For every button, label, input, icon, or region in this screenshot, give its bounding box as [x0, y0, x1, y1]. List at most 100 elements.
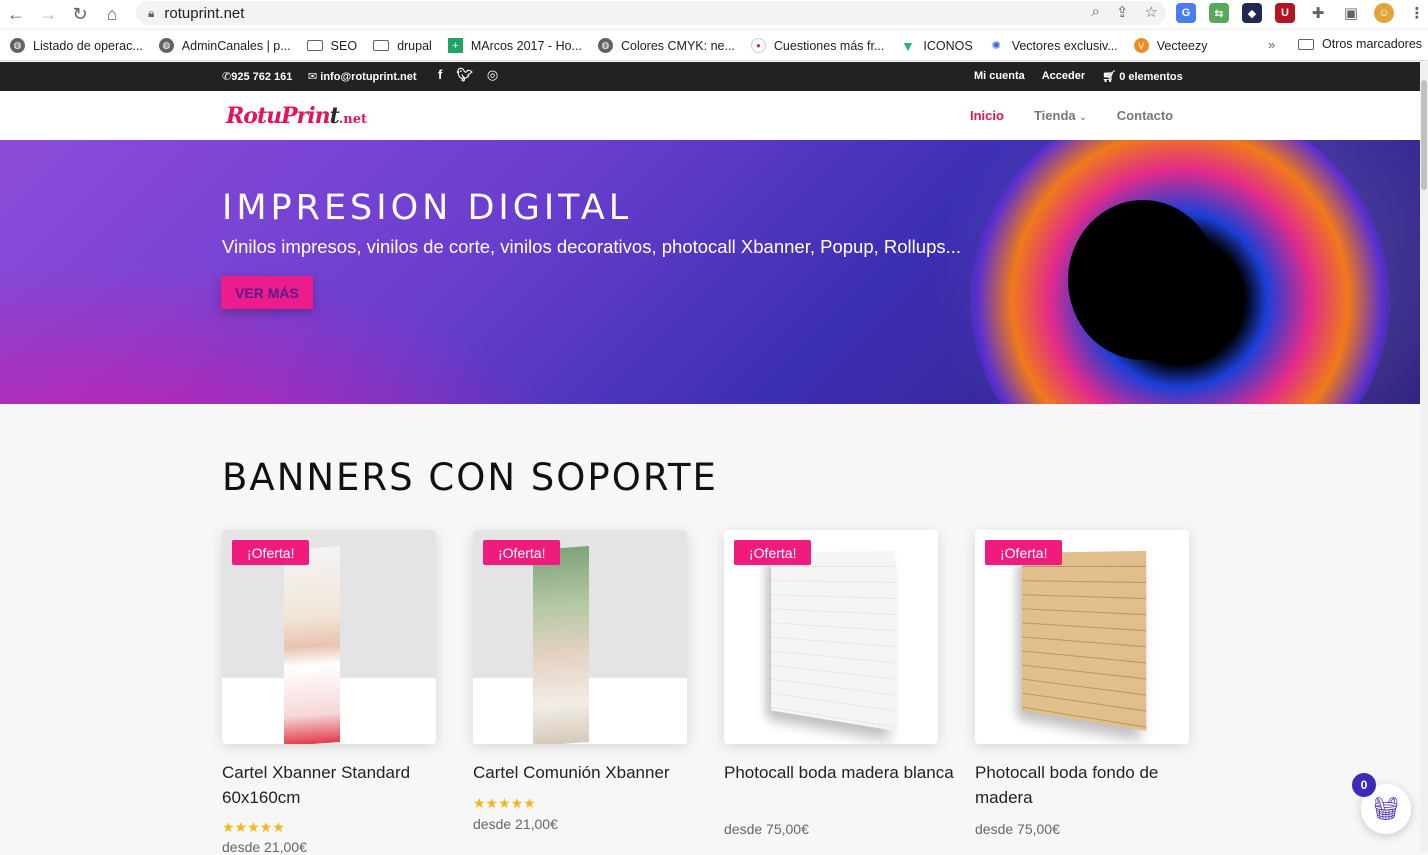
bookmark-item[interactable]: drupal — [373, 39, 432, 53]
bookmark-label: drupal — [397, 38, 432, 53]
home-icon[interactable]: ⌂ — [96, 0, 128, 28]
bookmark-item[interactable]: ◍ Listado de operac... — [10, 38, 143, 53]
share-icon[interactable]: ⇪ — [1116, 3, 1129, 21]
product-name[interactable]: Photocall boda fondo de madera — [975, 761, 1205, 810]
back-icon[interactable]: ← — [0, 0, 32, 28]
site-logo[interactable]: RotuPrint.net — [226, 103, 367, 129]
email-text: info@rotuprint.net — [320, 71, 417, 83]
product-price: desde 21,00€ — [222, 839, 307, 855]
nav-shop[interactable]: Tienda ⌄ — [1034, 108, 1087, 123]
address-bar[interactable]: 🔒︎ rotuprint.net ⌕ ⇪ ☆ — [136, 1, 1166, 25]
hero-cta-button[interactable]: VER MÁS — [221, 276, 313, 309]
bookmark-label: AdminCanales | p... — [181, 38, 291, 53]
cart-icon: 🛒︎ — [1102, 71, 1120, 83]
folder-icon — [373, 40, 390, 51]
sale-badge: ¡Oferta! — [734, 540, 812, 565]
hero-title: IMPRESION DIGITAL — [222, 188, 633, 228]
sidepanel-icon[interactable]: ▣ — [1341, 3, 1361, 23]
main-nav: Inicio Tienda ⌄ Contacto — [970, 108, 1173, 123]
logo-text: RotuPrin — [226, 103, 331, 129]
bookmark-item[interactable]: ✺ Vectores exclusiv... — [989, 38, 1118, 53]
social-links: f 🐦︎ ◎ — [438, 67, 498, 83]
other-bookmarks[interactable]: Otros marcadores — [1298, 37, 1422, 51]
product-card[interactable]: ¡Oferta! — [222, 530, 436, 744]
menu-icon[interactable]: ⋮ — [1407, 3, 1427, 23]
bookmark-label: ICONOS — [923, 38, 973, 53]
reload-icon[interactable]: ↻ — [64, 0, 96, 28]
url-text: rotuprint.net — [164, 4, 245, 22]
my-account-link[interactable]: Mi cuenta — [974, 70, 1025, 83]
instagram-icon[interactable]: ◎ — [487, 67, 498, 83]
logo-text-t: t — [329, 103, 340, 129]
login-link[interactable]: Acceder — [1042, 70, 1085, 83]
chevron-down-icon: ⌄ — [1079, 112, 1087, 122]
twitter-icon[interactable]: 🐦︎ — [456, 67, 473, 83]
rating-stars: ★★★★★ — [473, 795, 536, 811]
phone-link[interactable]: ✆925 762 161 — [222, 70, 292, 83]
bookmark-item[interactable]: V Vecteezy — [1133, 38, 1207, 53]
site-topbar: ✆925 762 161 ✉ info@rotuprint.net f 🐦︎ ◎… — [0, 62, 1420, 91]
extension-icon[interactable]: ◆ — [1242, 3, 1262, 23]
product-name[interactable]: Cartel Comunión Xbanner — [473, 761, 703, 786]
phone-icon: ✆ — [222, 71, 232, 83]
bookmark-label: Cuestiones más fr... — [773, 38, 885, 53]
sale-badge: ¡Oferta! — [985, 540, 1063, 565]
other-bookmarks-label: Otros marcadores — [1322, 37, 1423, 51]
nav-home[interactable]: Inicio — [970, 108, 1004, 123]
logo-net: .net — [338, 112, 368, 127]
bookmark-item[interactable]: SEO — [306, 39, 357, 53]
sheets-icon: + — [447, 38, 463, 53]
site-icon: ✺ — [991, 40, 1001, 52]
mail-icon: ✉ — [308, 71, 321, 83]
cart-link[interactable]: 🛒︎ 0 elementos — [1102, 70, 1183, 83]
pupil-image — [1068, 200, 1218, 360]
v-icon: ▼ — [900, 37, 915, 54]
product-name[interactable]: Cartel Xbanner Standard 60x160cm — [222, 761, 452, 810]
globe-icon: ◍ — [10, 38, 25, 53]
bookmark-item[interactable]: + MArcos 2017 - Ho... — [447, 38, 582, 53]
product-image — [284, 546, 340, 744]
site-icon: V — [1133, 38, 1149, 53]
scrollbar-thumb[interactable] — [1421, 80, 1427, 190]
site-header: RotuPrint.net Inicio Tienda ⌄ Contacto — [0, 91, 1420, 140]
hero-subtitle: Vinilos impresos, vinilos de corte, vini… — [222, 236, 962, 257]
ublock-icon[interactable]: U — [1275, 3, 1295, 23]
product-name[interactable]: Photocall boda madera blanca — [724, 761, 954, 786]
nav-contact[interactable]: Contacto — [1117, 108, 1173, 123]
nav-shop-label: Tienda — [1033, 108, 1076, 123]
bookmark-item[interactable]: ◍ AdminCanales | p... — [158, 38, 291, 53]
cart-count-text: 0 elementos — [1119, 71, 1183, 83]
product-image — [533, 546, 589, 744]
puzzle-icon[interactable]: ✚ — [1308, 3, 1328, 23]
email-link[interactable]: ✉ info@rotuprint.net — [308, 70, 417, 83]
more-bookmarks-button[interactable]: » — [1268, 37, 1275, 52]
avatar[interactable]: ☺ — [1374, 3, 1394, 23]
bookmark-label: Listado de operac... — [33, 38, 143, 53]
bookmark-item[interactable]: ▼ ICONOS — [900, 37, 973, 54]
facebook-icon[interactable]: f — [438, 67, 442, 83]
product-price: desde 75,00€ — [975, 821, 1060, 837]
bookmark-item[interactable]: ◍ Colores CMYK: ne... — [597, 38, 735, 53]
forward-icon[interactable]: → — [32, 0, 64, 28]
bookmarks-bar: ◍ Listado de operac... ◍ AdminCanales | p.… — [0, 31, 1428, 61]
bookmark-label: MArcos 2017 - Ho... — [470, 38, 582, 53]
hero-banner: IMPRESION DIGITAL Vinilos impresos, vini… — [0, 140, 1420, 404]
site-icon: ● — [750, 38, 766, 53]
product-card[interactable]: ¡Oferta! — [473, 530, 687, 744]
rating-stars: ★★★★★ — [222, 819, 285, 835]
section-title: BANNERS CON SOPORTE — [222, 456, 718, 499]
product-card[interactable]: ¡Oferta! — [724, 530, 938, 744]
extension-icon[interactable]: ⇆ — [1209, 3, 1229, 23]
scrollbar[interactable] — [1420, 62, 1428, 852]
lock-icon: 🔒︎ — [148, 5, 155, 20]
zoom-icon[interactable]: ⌕ — [1092, 3, 1100, 21]
translate-icon[interactable]: G — [1176, 3, 1196, 23]
product-card[interactable]: ¡Oferta! — [975, 530, 1189, 744]
globe-icon: ◍ — [158, 38, 174, 53]
product-price: desde 75,00€ — [724, 821, 809, 837]
bookmark-item[interactable]: ● Cuestiones más fr... — [750, 38, 885, 53]
basket-icon: 🧺︎ — [1372, 796, 1400, 821]
star-icon[interactable]: ☆ — [1145, 3, 1158, 21]
globe-icon: ◍ — [597, 38, 613, 53]
browser-toolbar: ← → ↻ ⌂ 🔒︎ rotuprint.net ⌕ ⇪ ☆ G ⇆ ◆ U ✚… — [0, 0, 1428, 28]
